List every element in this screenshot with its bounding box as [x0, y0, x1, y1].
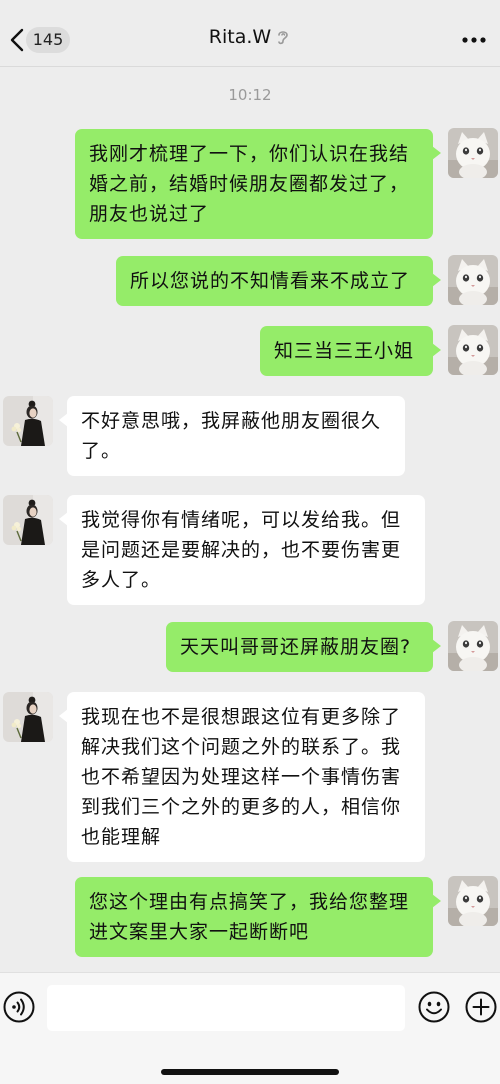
sent-message-bubble[interactable]: 您这个理由有点搞笑了，我给您整理进文案里大家一起断断吧 [75, 877, 441, 957]
message-text: 我刚才梳理了一下，你们认识在我结婚之前，结婚时候朋友圈都发过了，朋友也说过了 [89, 143, 410, 225]
more-functions-button[interactable] [465, 991, 497, 1023]
header-divider [0, 66, 500, 67]
my-avatar[interactable] [448, 621, 498, 671]
sent-message-bubble[interactable]: 所以您说的不知情看来不成立了 [116, 256, 441, 306]
emoji-icon [418, 991, 450, 1023]
more-dots-icon [462, 37, 486, 43]
contact-avatar[interactable] [3, 692, 53, 742]
more-button[interactable] [458, 26, 490, 54]
chat-title-container: Rita.W [0, 26, 500, 48]
my-avatar[interactable] [448, 128, 498, 178]
message-text: 天天叫哥哥还屏蔽朋友圈? [180, 636, 412, 658]
cat-avatar-icon [448, 621, 498, 671]
message-text: 不好意思哦，我屏蔽他朋友圈很久了。 [81, 410, 382, 462]
cat-avatar-icon [448, 876, 498, 926]
sent-message-bubble[interactable]: 知三当三王小姐 [260, 326, 441, 376]
home-indicator[interactable] [161, 1069, 339, 1075]
my-avatar[interactable] [448, 325, 498, 375]
chat-title: Rita.W [208, 26, 272, 48]
received-message-bubble[interactable]: 我觉得你有情绪呢，可以发给我。但是问题还是要解决的，也不要伤害更多人了。 [59, 495, 425, 605]
emoji-button[interactable] [418, 991, 450, 1023]
sent-message-bubble[interactable]: 天天叫哥哥还屏蔽朋友圈? [166, 622, 441, 672]
message-input[interactable] [47, 985, 405, 1031]
contact-avatar[interactable] [3, 495, 53, 545]
voice-icon [3, 991, 35, 1023]
my-avatar[interactable] [448, 876, 498, 926]
chat-header: 145 Rita.W [0, 0, 500, 80]
cat-avatar-icon [448, 325, 498, 375]
timestamp: 10:12 [228, 86, 272, 104]
plus-icon [465, 991, 497, 1023]
received-message-bubble[interactable]: 不好意思哦，我屏蔽他朋友圈很久了。 [59, 396, 405, 476]
input-toolbar [0, 972, 500, 1084]
message-text: 所以您说的不知情看来不成立了 [130, 270, 411, 292]
cat-avatar-icon [448, 255, 498, 305]
sent-message-bubble[interactable]: 我刚才梳理了一下，你们认识在我结婚之前，结婚时候朋友圈都发过了，朋友也说过了 [75, 129, 441, 239]
message-text: 我觉得你有情绪呢，可以发给我。但是问题还是要解决的，也不要伤害更多人了。 [81, 509, 402, 591]
girl-avatar-icon [3, 692, 53, 742]
received-message-bubble[interactable]: 我现在也不是很想跟这位有更多除了解决我们这个问题之外的联系了。我也不希望因为处理… [59, 692, 425, 862]
girl-avatar-icon [3, 495, 53, 545]
ear-icon [278, 31, 289, 45]
contact-avatar[interactable] [3, 396, 53, 446]
message-text: 我现在也不是很想跟这位有更多除了解决我们这个问题之外的联系了。我也不希望因为处理… [81, 706, 402, 848]
message-text: 您这个理由有点搞笑了，我给您整理进文案里大家一起断断吧 [89, 891, 410, 943]
cat-avatar-icon [448, 128, 498, 178]
my-avatar[interactable] [448, 255, 498, 305]
girl-avatar-icon [3, 396, 53, 446]
message-text: 知三当三王小姐 [274, 340, 415, 362]
voice-button[interactable] [3, 991, 35, 1023]
